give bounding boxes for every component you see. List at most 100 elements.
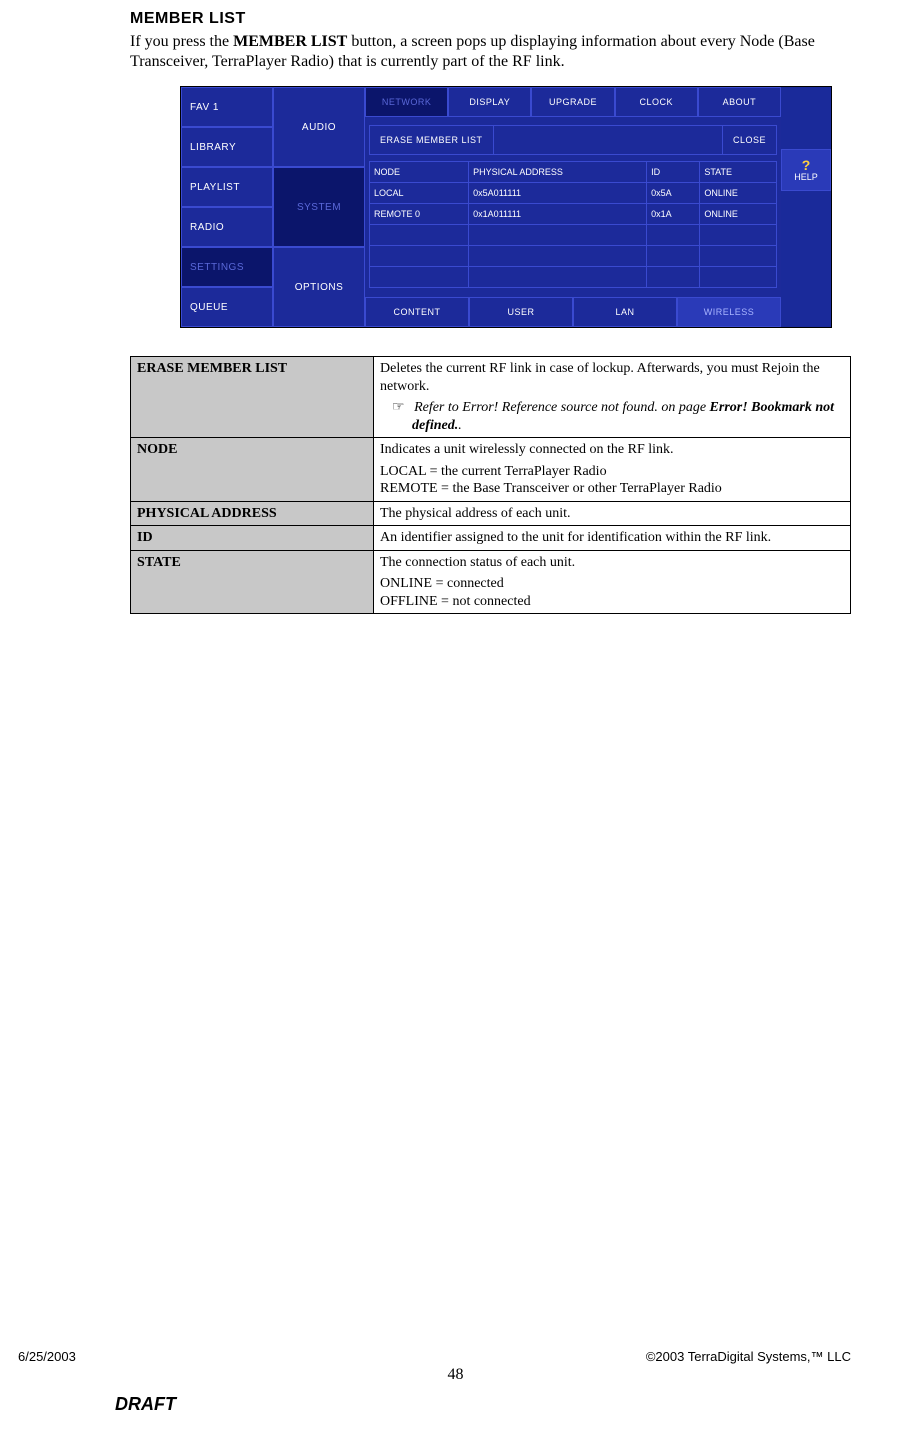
tab-clock[interactable]: CLOCK xyxy=(615,87,698,117)
bottom-tabs: CONTENT USER LAN WIRELESS xyxy=(365,297,781,327)
tab-lan[interactable]: LAN xyxy=(573,297,677,327)
intro-paragraph: If you press the MEMBER LIST button, a s… xyxy=(130,32,851,72)
cell-state: ONLINE xyxy=(700,183,777,204)
definitions-table: ERASE MEMBER LIST Deletes the current RF… xyxy=(130,356,851,614)
th-physical-address: PHYSICAL ADDRESS xyxy=(469,162,647,183)
def-extra2: REMOTE = the Base Transceiver or other T… xyxy=(380,480,844,498)
def-desc: Indicates a unit wirelessly connected on… xyxy=(374,438,851,502)
table-row: REMOTE 0 0x1A011111 0x1A ONLINE xyxy=(370,204,777,225)
tab-upgrade[interactable]: UPGRADE xyxy=(531,87,614,117)
nav-playlist[interactable]: PLAYLIST xyxy=(181,167,273,207)
cell-addr xyxy=(469,267,647,288)
def-desc-text: Deletes the current RF link in case of l… xyxy=(380,361,820,394)
cell-node xyxy=(370,267,469,288)
help-column: ? HELP xyxy=(781,87,831,327)
footer-date: 6/25/2003 xyxy=(18,1349,76,1364)
action-spacer xyxy=(494,125,722,155)
main-panel: NETWORK DISPLAY UPGRADE CLOCK ABOUT ERAS… xyxy=(365,87,781,327)
tab-display[interactable]: DISPLAY xyxy=(448,87,531,117)
def-desc: An identifier assigned to the unit for i… xyxy=(374,526,851,551)
def-term: ID xyxy=(131,526,374,551)
refer-pre: Refer to Error! Reference source not fou… xyxy=(414,400,709,415)
tab-content[interactable]: CONTENT xyxy=(365,297,469,327)
def-refer: ☞ Refer to Error! Reference source not f… xyxy=(380,399,844,434)
def-term: ERASE MEMBER LIST xyxy=(131,357,374,438)
cell-addr: 0x5A011111 xyxy=(469,183,647,204)
intro-bold: MEMBER LIST xyxy=(233,33,347,50)
erase-member-list-button[interactable]: ERASE MEMBER LIST xyxy=(369,125,494,155)
cell-id xyxy=(647,225,700,246)
nav-queue[interactable]: QUEUE xyxy=(181,287,273,327)
def-row-physical-address: PHYSICAL ADDRESS The physical address of… xyxy=(131,501,851,526)
help-question-icon: ? xyxy=(802,158,811,172)
close-button[interactable]: CLOSE xyxy=(722,125,777,155)
cell-id: 0x5A xyxy=(647,183,700,204)
def-desc: Deletes the current RF link in case of l… xyxy=(374,357,851,438)
table-row xyxy=(370,246,777,267)
left-nav: FAV 1 LIBRARY PLAYLIST RADIO SETTINGS QU… xyxy=(181,87,273,327)
nav-radio[interactable]: RADIO xyxy=(181,207,273,247)
refer-post: . xyxy=(458,418,462,433)
pointing-hand-icon: ☞ xyxy=(392,400,411,415)
cell-id xyxy=(647,267,700,288)
cell-node xyxy=(370,225,469,246)
cell-state xyxy=(700,225,777,246)
mid-audio[interactable]: AUDIO xyxy=(273,87,365,167)
def-term: STATE xyxy=(131,550,374,614)
cell-state xyxy=(700,267,777,288)
th-state: STATE xyxy=(700,162,777,183)
table-row xyxy=(370,225,777,246)
tab-network[interactable]: NETWORK xyxy=(365,87,448,117)
cell-state xyxy=(700,246,777,267)
table-row: LOCAL 0x5A011111 0x5A ONLINE xyxy=(370,183,777,204)
cell-id: 0x1A xyxy=(647,204,700,225)
def-row-id: ID An identifier assigned to the unit fo… xyxy=(131,526,851,551)
def-desc-text: The connection status of each unit. xyxy=(380,554,844,572)
cell-addr xyxy=(469,225,647,246)
def-desc-text: Indicates a unit wirelessly connected on… xyxy=(380,441,844,459)
cell-addr: 0x1A011111 xyxy=(469,204,647,225)
mid-system[interactable]: SYSTEM xyxy=(273,167,365,247)
def-row-state: STATE The connection status of each unit… xyxy=(131,550,851,614)
def-term: PHYSICAL ADDRESS xyxy=(131,501,374,526)
tab-user[interactable]: USER xyxy=(469,297,573,327)
def-extra1: LOCAL = the current TerraPlayer Radio xyxy=(380,463,844,481)
nav-library[interactable]: LIBRARY xyxy=(181,127,273,167)
center-area: ERASE MEMBER LIST CLOSE NODE PHYSICAL AD… xyxy=(365,117,781,297)
def-extra1: ONLINE = connected xyxy=(380,575,844,593)
section-heading: MEMBER LIST xyxy=(130,10,851,28)
def-extra2: OFFLINE = not connected xyxy=(380,593,844,611)
intro-pre: If you press the xyxy=(130,33,233,50)
draft-watermark: DRAFT xyxy=(115,1394,911,1415)
tab-wireless[interactable]: WIRELESS xyxy=(677,297,781,327)
def-row-node: NODE Indicates a unit wirelessly connect… xyxy=(131,438,851,502)
help-button[interactable]: ? HELP xyxy=(781,149,831,191)
th-node: NODE xyxy=(370,162,469,183)
def-desc: The connection status of each unit. ONLI… xyxy=(374,550,851,614)
cell-node xyxy=(370,246,469,267)
cell-addr xyxy=(469,246,647,267)
nav-fav1[interactable]: FAV 1 xyxy=(181,87,273,127)
page-footer: 6/25/2003 ©2003 TerraDigital Systems,™ L… xyxy=(0,1349,911,1415)
def-row-erase: ERASE MEMBER LIST Deletes the current RF… xyxy=(131,357,851,438)
action-row: ERASE MEMBER LIST CLOSE xyxy=(369,125,777,155)
page-number: 48 xyxy=(0,1366,911,1384)
help-spacer xyxy=(781,87,831,149)
mid-options[interactable]: OPTIONS xyxy=(273,247,365,327)
footer-copyright: ©2003 TerraDigital Systems,™ LLC xyxy=(646,1349,851,1364)
mid-nav: AUDIO SYSTEM OPTIONS xyxy=(273,87,365,327)
ui-screenshot: FAV 1 LIBRARY PLAYLIST RADIO SETTINGS QU… xyxy=(180,86,832,328)
table-row xyxy=(370,267,777,288)
tab-about[interactable]: ABOUT xyxy=(698,87,781,117)
cell-node: REMOTE 0 xyxy=(370,204,469,225)
help-label: HELP xyxy=(794,172,818,182)
nav-settings[interactable]: SETTINGS xyxy=(181,247,273,287)
cell-state: ONLINE xyxy=(700,204,777,225)
cell-node: LOCAL xyxy=(370,183,469,204)
th-id: ID xyxy=(647,162,700,183)
def-term: NODE xyxy=(131,438,374,502)
top-tabs: NETWORK DISPLAY UPGRADE CLOCK ABOUT xyxy=(365,87,781,117)
def-desc: The physical address of each unit. xyxy=(374,501,851,526)
cell-id xyxy=(647,246,700,267)
table-header-row: NODE PHYSICAL ADDRESS ID STATE xyxy=(370,162,777,183)
